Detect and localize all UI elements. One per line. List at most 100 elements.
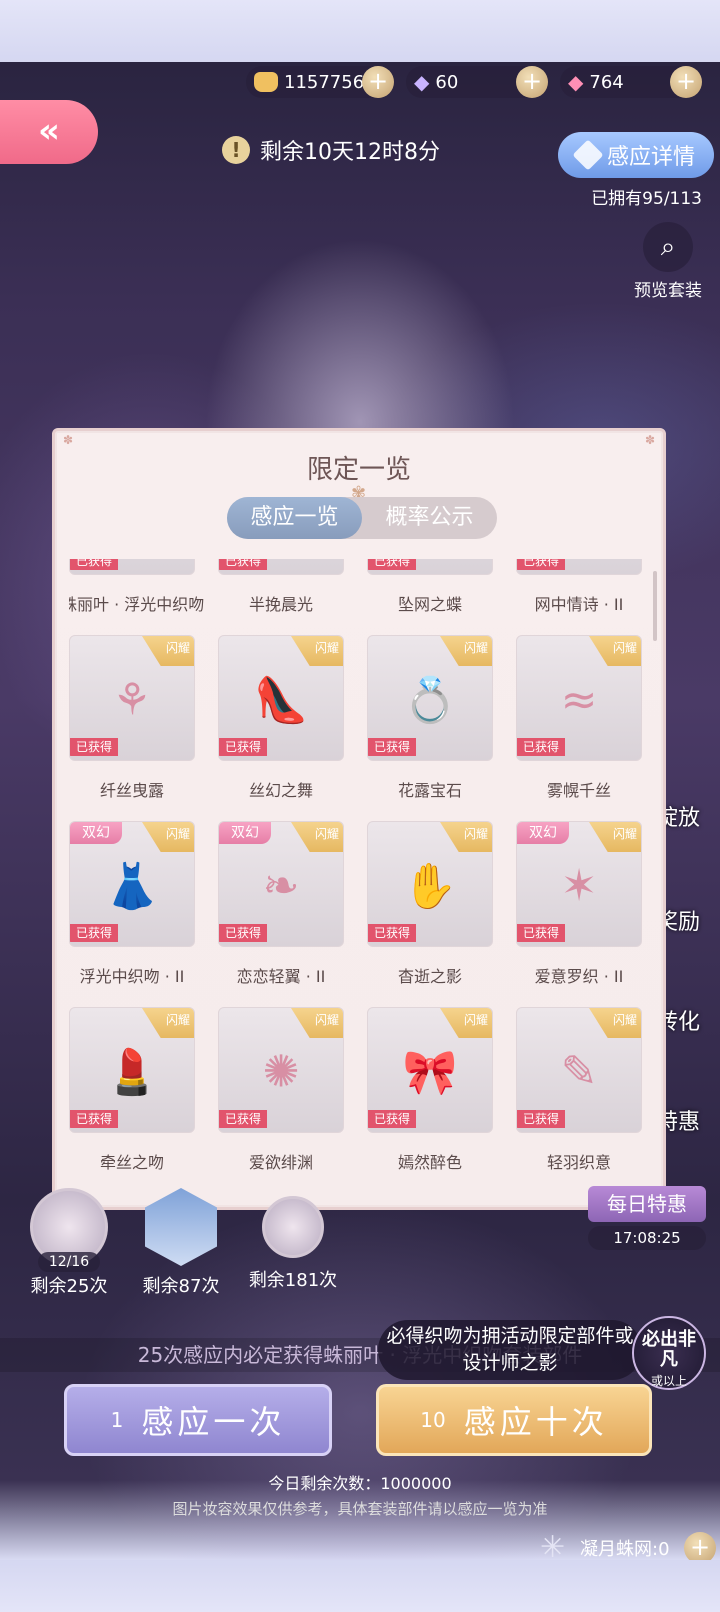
item-name: 爱意罗织 · II: [534, 967, 624, 986]
owned-badge: 已获得: [517, 738, 565, 756]
event-timer: ! 剩余10天12时8分: [222, 128, 440, 172]
status-bar: [0, 0, 720, 62]
pity-counter-part[interactable]: 剩余181次: [248, 1188, 338, 1298]
item-tile[interactable]: ⚘ 闪耀已获得: [69, 635, 195, 761]
flash-badge: 闪耀: [291, 822, 343, 852]
draw-ten-button[interactable]: 10 感应十次: [376, 1384, 652, 1456]
flash-badge: 闪耀: [142, 636, 194, 666]
owned-badge: 已获得: [517, 1110, 565, 1128]
flash-badge: 闪耀: [142, 822, 194, 852]
item-card[interactable]: ❦已获得坠网之蝶: [367, 559, 493, 635]
item-tile[interactable]: ✺ 闪耀 已获得: [218, 1007, 344, 1133]
spider-web-value: 凝月蛛网:0: [580, 1539, 670, 1560]
item-card[interactable]: 👗 闪耀 双幻 已获得 浮光中织吻 · II: [69, 821, 195, 1007]
must-get-sub: 或以上: [650, 1374, 687, 1388]
item-name: 丝幻之舞: [248, 781, 313, 800]
item-card[interactable]: ⚘ 闪耀 已获得 纤丝曳露: [69, 635, 195, 821]
item-tile[interactable]: ❀已获得: [516, 559, 642, 575]
hair-chain-icon: ≈: [560, 674, 598, 726]
draw-once-label: 感应一次: [141, 1403, 286, 1441]
item-card[interactable]: 💍 闪耀 已获得 花露宝石: [367, 635, 493, 821]
draw-ten-count: 10: [420, 1408, 446, 1432]
add-diamonds-button[interactable]: +: [516, 66, 548, 98]
limited-list-panel: ✽ ✽ ✽ ✽ 限定一览 ✾ 感应一览 概率公示 👗已获得蛛丽叶 · 浮光中织吻…: [52, 428, 666, 1210]
gloves-icon: ✋: [402, 861, 458, 913]
flash-badge: 闪耀: [440, 1008, 492, 1038]
owned-badge: 已获得: [368, 738, 416, 756]
item-card[interactable]: 👗已获得蛛丽叶 · 浮光中织吻: [69, 559, 204, 635]
flash-badge: 闪耀: [440, 636, 492, 666]
item-tile[interactable]: ≈ 闪耀已获得: [516, 635, 642, 761]
owned-badge: 已获得: [70, 1110, 118, 1128]
diamond-icon: ◆: [414, 70, 430, 94]
item-tile[interactable]: ❦已获得: [367, 559, 493, 575]
makeup-set-icon: 🎀: [402, 1047, 458, 1099]
tab-probability[interactable]: 概率公示: [362, 497, 497, 539]
daily-deal-button[interactable]: 每日特惠 17:08:25: [588, 1186, 706, 1250]
item-card[interactable]: ✎ 闪耀 已获得 轻羽织意: [516, 1007, 642, 1193]
flash-badge: 闪耀: [589, 636, 641, 666]
owned-badge: 已获得: [517, 924, 565, 942]
item-card[interactable]: 🎀 闪耀 已获得 嫣然醉色: [367, 1007, 493, 1193]
item-card[interactable]: ❀已获得网中情诗 · II: [516, 559, 642, 635]
item-name: 爱欲绯渊: [248, 1153, 313, 1172]
pink-diamond-icon: ◆: [568, 70, 584, 94]
pity-counter-suit[interactable]: 12/16 剩余25次: [24, 1188, 114, 1298]
panel-tabs: 感应一览 概率公示: [227, 497, 497, 539]
currency-bar: 11577566 + ◆ 60 + ◆ 764 +: [246, 66, 716, 102]
item-card[interactable]: ≈ 闪耀 已获得 雾幌千丝: [516, 635, 642, 821]
item-grid: 👗已获得蛛丽叶 · 浮光中织吻✧已获得半挽晨光❦已获得坠网之蝶❀已获得网中情诗 …: [69, 559, 643, 1193]
pity-counter-designer[interactable]: 剩余87次: [136, 1188, 226, 1298]
item-card[interactable]: ✺ 闪耀 已获得爱欲绯渊: [218, 1007, 344, 1193]
back-button[interactable]: «: [0, 100, 98, 164]
owned-badge: 已获得: [219, 738, 267, 756]
diamond-counter: ◆ 60 +: [406, 66, 548, 98]
owned-badge: 已获得: [70, 738, 118, 756]
lace-icon: ✶: [560, 860, 598, 912]
item-name: 半挽晨光: [248, 595, 313, 614]
item-tile[interactable]: ✧已获得: [218, 559, 344, 575]
item-tile[interactable]: ❧ 闪耀 双幻 已获得: [218, 821, 344, 947]
item-card[interactable]: ✋ 闪耀 已获得 杳逝之影: [367, 821, 493, 1007]
pink-diamond-value: 764: [589, 71, 624, 93]
details-button-label: 感应详情: [606, 145, 695, 170]
remaining-draws: 今日剩余次数：1000000: [268, 1474, 452, 1493]
flash-badge: 闪耀: [291, 636, 343, 666]
draw-once-button[interactable]: 1 感应一次: [64, 1384, 332, 1456]
item-name: 花露宝石: [397, 781, 462, 800]
item-card[interactable]: 💄 闪耀 已获得 牵丝之吻: [69, 1007, 195, 1193]
coin-icon: [254, 72, 278, 92]
item-tile[interactable]: ✎ 闪耀 已获得: [516, 1007, 642, 1133]
item-card[interactable]: 👠 闪耀 已获得 丝幻之舞: [218, 635, 344, 821]
item-card[interactable]: ✶ 闪耀 双幻 已获得 爱意罗织 · II: [516, 821, 642, 1007]
item-tile[interactable]: 👠 闪耀 已获得: [218, 635, 344, 761]
item-tile[interactable]: 👗已获得: [69, 559, 195, 575]
magnifier-icon: ⌕: [643, 222, 693, 272]
item-tile[interactable]: 🎀 闪耀 已获得: [367, 1007, 493, 1133]
coin-counter: 11577566 +: [246, 66, 394, 98]
add-pink-diamonds-button[interactable]: +: [670, 66, 702, 98]
item-tile[interactable]: 💍 闪耀 已获得: [367, 635, 493, 761]
earrings-icon: ⚘: [112, 674, 152, 726]
item-tile[interactable]: 💄 闪耀 已获得: [69, 1007, 195, 1133]
eyelash-icon: ✎: [560, 1046, 598, 1098]
spider-ornament-icon: ✺: [262, 1046, 300, 1098]
preview-label: 预览套装: [634, 281, 702, 301]
item-name: 蛛丽叶 · 浮光中织吻: [69, 595, 205, 614]
item-grid-viewport[interactable]: 👗已获得蛛丽叶 · 浮光中织吻✧已获得半挽晨光❦已获得坠网之蝶❀已获得网中情诗 …: [69, 559, 643, 1199]
preview-outfit-button[interactable]: ⌕ 预览套装: [622, 222, 714, 301]
item-tile[interactable]: 👗 闪耀 双幻 已获得: [69, 821, 195, 947]
item-tile[interactable]: ✋ 闪耀 已获得: [367, 821, 493, 947]
item-card[interactable]: ✧已获得半挽晨光: [218, 559, 344, 635]
add-coins-button[interactable]: +: [362, 66, 394, 98]
details-button[interactable]: 感应详情: [558, 132, 714, 178]
dual-badge: 双幻: [517, 822, 569, 844]
item-card[interactable]: ❧ 闪耀 双幻 已获得 恋恋轻翼 · II: [218, 821, 344, 1007]
tab-induction-list[interactable]: 感应一览: [227, 497, 362, 539]
scrollbar[interactable]: [653, 571, 657, 641]
daily-deal-label: 每日特惠: [588, 1186, 706, 1222]
item-tile[interactable]: ✶ 闪耀 双幻 已获得: [516, 821, 642, 947]
diamond-value: 60: [435, 71, 459, 93]
owned-badge: 已获得: [70, 924, 118, 942]
panel-title: 限定一览: [306, 455, 411, 485]
